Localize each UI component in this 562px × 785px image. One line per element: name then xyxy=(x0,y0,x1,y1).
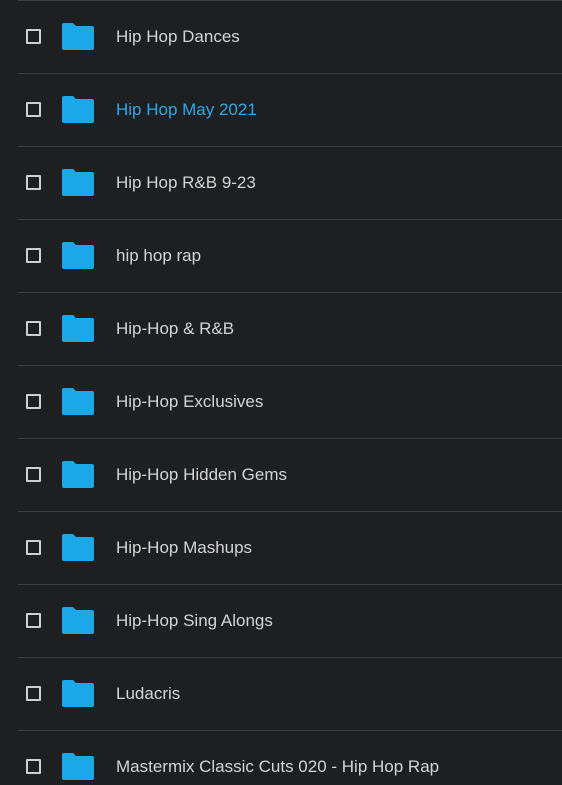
folder-icon xyxy=(61,752,95,781)
folder-icon xyxy=(61,533,95,562)
select-checkbox[interactable] xyxy=(26,759,41,774)
folder-icon xyxy=(61,168,95,197)
folder-list: Hip Hop Dances Hip Hop May 2021 Hip Hop R&… xyxy=(0,0,562,785)
folder-icon xyxy=(61,241,95,270)
folder-icon xyxy=(61,387,95,416)
folder-icon xyxy=(61,606,95,635)
folder-name[interactable]: Hip Hop R&B 9-23 xyxy=(116,172,256,193)
folder-row[interactable]: Mastermix Classic Cuts 020 - Hip Hop Rap xyxy=(0,730,562,785)
folder-row[interactable]: Hip Hop Dances xyxy=(0,0,562,73)
folder-name[interactable]: hip hop rap xyxy=(116,245,201,266)
folder-name[interactable]: Hip-Hop Hidden Gems xyxy=(116,464,287,485)
select-checkbox[interactable] xyxy=(26,321,41,336)
folder-row[interactable]: Hip Hop May 2021 xyxy=(0,73,562,146)
folder-row[interactable]: Hip-Hop Sing Alongs xyxy=(0,584,562,657)
folder-name[interactable]: Hip-Hop Sing Alongs xyxy=(116,610,273,631)
folder-row[interactable]: hip hop rap xyxy=(0,219,562,292)
folder-name[interactable]: Mastermix Classic Cuts 020 - Hip Hop Rap xyxy=(116,756,439,777)
folder-icon xyxy=(61,95,95,124)
folder-row[interactable]: Hip-Hop Exclusives xyxy=(0,365,562,438)
select-checkbox[interactable] xyxy=(26,394,41,409)
select-checkbox[interactable] xyxy=(26,613,41,628)
folder-row[interactable]: Hip-Hop Hidden Gems xyxy=(0,438,562,511)
select-checkbox[interactable] xyxy=(26,686,41,701)
select-checkbox[interactable] xyxy=(26,102,41,117)
folder-row[interactable]: Hip-Hop Mashups xyxy=(0,511,562,584)
folder-name[interactable]: Hip-Hop Exclusives xyxy=(116,391,263,412)
folder-icon xyxy=(61,460,95,489)
folder-name[interactable]: Ludacris xyxy=(116,683,180,704)
select-checkbox[interactable] xyxy=(26,467,41,482)
folder-icon xyxy=(61,679,95,708)
select-checkbox[interactable] xyxy=(26,248,41,263)
folder-name[interactable]: Hip-Hop Mashups xyxy=(116,537,252,558)
select-checkbox[interactable] xyxy=(26,540,41,555)
folder-icon xyxy=(61,22,95,51)
folder-icon xyxy=(61,314,95,343)
select-checkbox[interactable] xyxy=(26,29,41,44)
folder-row[interactable]: Ludacris xyxy=(0,657,562,730)
folder-row[interactable]: Hip-Hop & R&B xyxy=(0,292,562,365)
folder-row[interactable]: Hip Hop R&B 9-23 xyxy=(0,146,562,219)
folder-name[interactable]: Hip Hop May 2021 xyxy=(116,99,257,120)
folder-name[interactable]: Hip Hop Dances xyxy=(116,26,240,47)
select-checkbox[interactable] xyxy=(26,175,41,190)
folder-name[interactable]: Hip-Hop & R&B xyxy=(116,318,234,339)
